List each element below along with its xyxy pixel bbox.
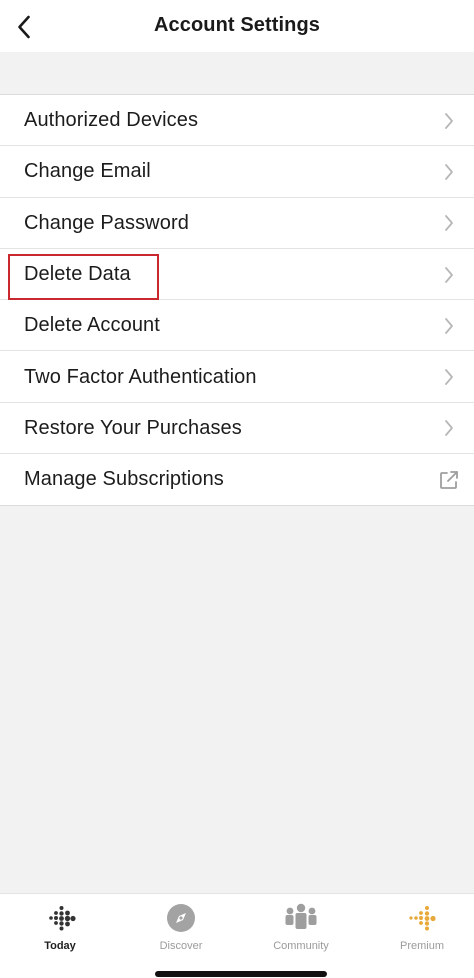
navigation-bar: Account Settings xyxy=(0,0,474,52)
settings-item-two-factor-authentication[interactable]: Two Factor Authentication xyxy=(0,351,474,404)
settings-item-manage-subscriptions[interactable]: Manage Subscriptions xyxy=(0,454,474,505)
settings-item-label: Delete Data xyxy=(24,263,131,286)
section-spacer xyxy=(0,52,474,95)
page-title: Account Settings xyxy=(153,14,321,36)
settings-item-label: Restore Your Purchases xyxy=(24,416,242,439)
chevron-right-icon xyxy=(445,164,453,180)
tab-bar: Today Discover Community Premium xyxy=(0,893,474,978)
compass-icon xyxy=(167,904,195,932)
tab-community[interactable]: Community xyxy=(251,900,351,960)
settings-item-delete-data[interactable]: Delete Data xyxy=(0,249,474,301)
settings-item-delete-account[interactable]: Delete Account xyxy=(0,300,474,352)
chevron-right-icon xyxy=(445,112,453,129)
chevron-right-icon xyxy=(445,369,453,386)
tab-premium[interactable]: Premium xyxy=(372,900,472,960)
external-link-icon xyxy=(440,470,458,489)
tab-label: Discover xyxy=(159,940,203,952)
home-indicator xyxy=(155,971,327,977)
tab-today[interactable]: Today xyxy=(10,900,110,960)
settings-item-authorized-devices[interactable]: Authorized Devices xyxy=(0,95,474,147)
settings-item-restore-purchases[interactable]: Restore Your Purchases xyxy=(0,403,474,455)
settings-item-label: Two Factor Authentication xyxy=(24,365,257,388)
settings-item-label: Delete Account xyxy=(24,314,160,337)
chevron-right-icon xyxy=(445,215,453,232)
tab-label: Today xyxy=(44,940,76,952)
community-icon xyxy=(285,903,317,929)
settings-item-change-email[interactable]: Change Email xyxy=(0,146,474,198)
settings-item-label: Manage Subscriptions xyxy=(24,468,224,491)
premium-dots-icon xyxy=(409,906,436,931)
tab-discover[interactable]: Discover xyxy=(131,900,231,960)
fitbit-dots-icon xyxy=(49,906,76,931)
tab-label: Community xyxy=(273,940,329,952)
chevron-right-icon xyxy=(445,317,453,334)
tab-label: Premium xyxy=(399,940,444,952)
settings-item-label: Change Password xyxy=(24,211,189,234)
settings-item-label: Change Email xyxy=(24,160,151,183)
settings-list: Authorized Devices Change Email Change P… xyxy=(0,95,474,507)
settings-item-change-password[interactable]: Change Password xyxy=(0,198,474,250)
settings-item-label: Authorized Devices xyxy=(24,109,199,132)
chevron-right-icon xyxy=(445,420,453,437)
chevron-right-icon xyxy=(445,266,453,283)
